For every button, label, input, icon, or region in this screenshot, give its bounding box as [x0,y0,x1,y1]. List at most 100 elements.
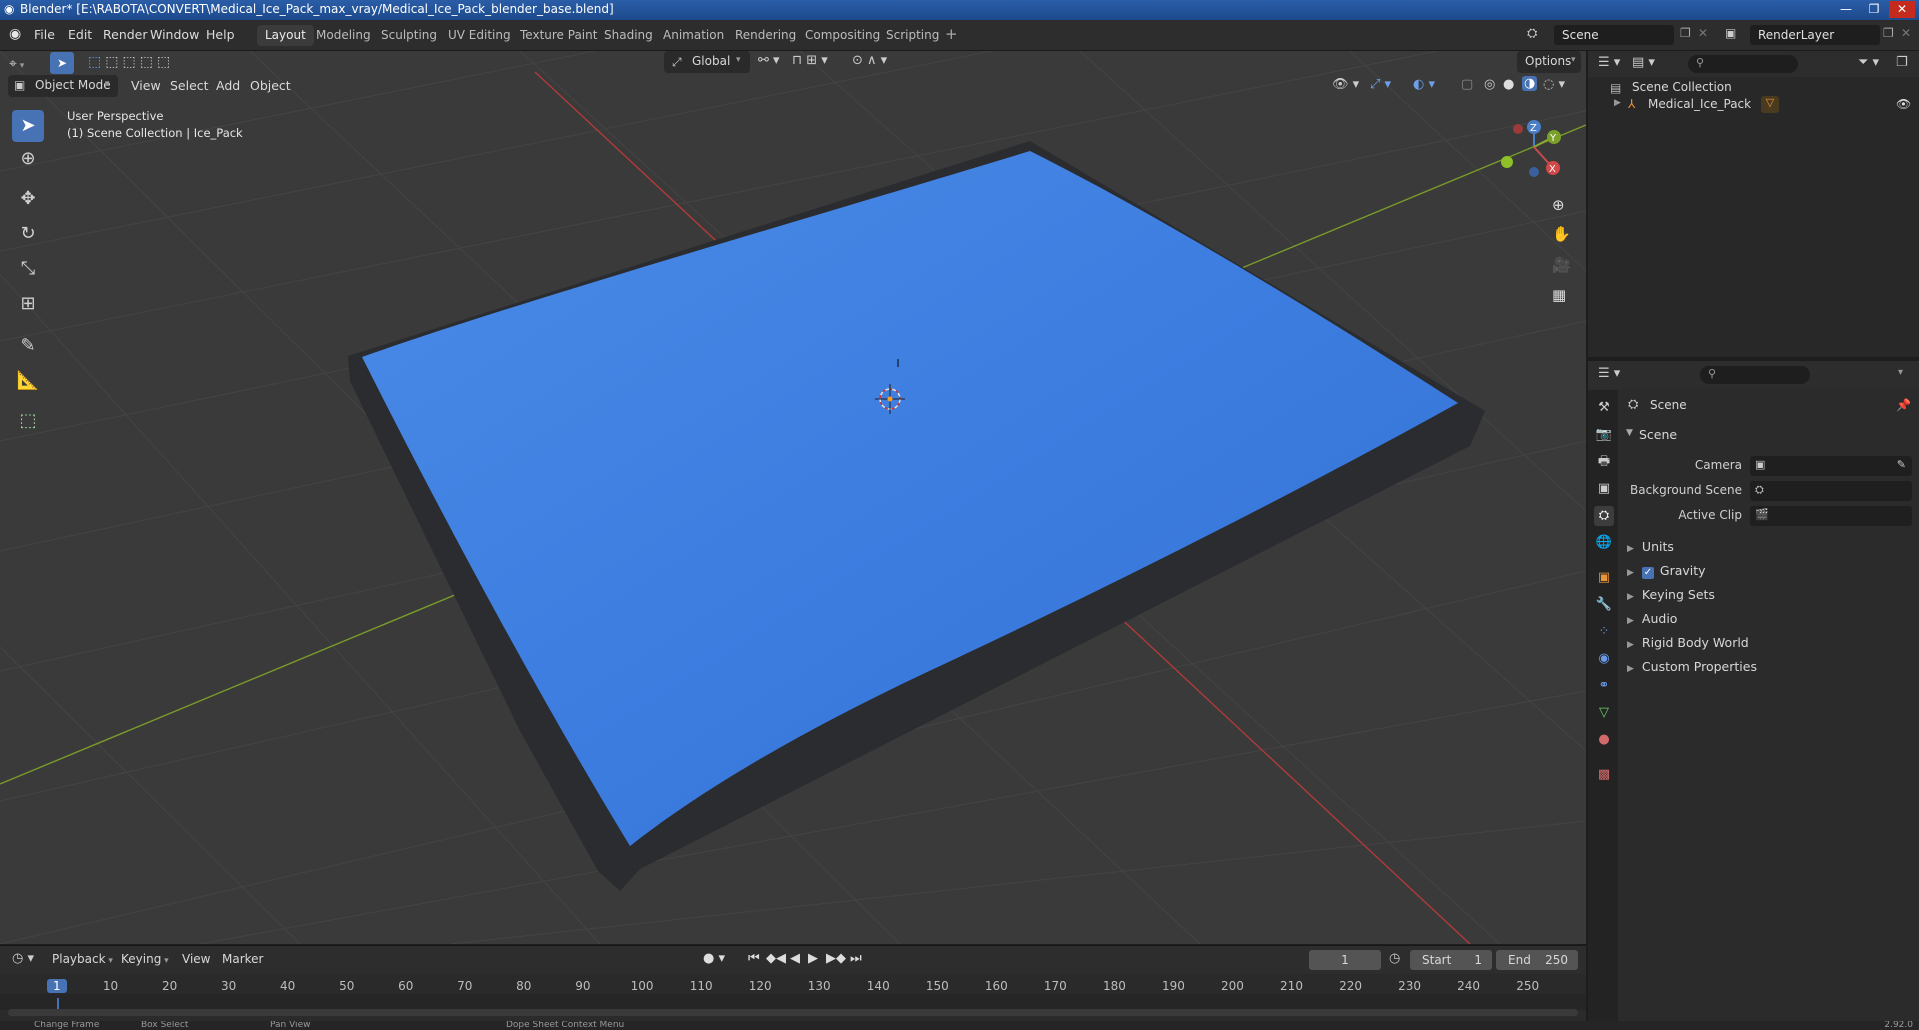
new-collection-icon[interactable]: ❐ [1896,55,1908,70]
chevron-down-icon[interactable]: ▾ [1898,367,1903,378]
physics-tab-icon[interactable]: ◉ [1594,649,1614,669]
minimize-button[interactable]: — [1833,1,1859,18]
audio-panel[interactable]: ▶ Audio [1627,611,1677,626]
wireframe-shading-icon[interactable]: ◎ [1484,77,1495,92]
timeline-track-area[interactable] [0,994,1586,1010]
tab-texture-paint[interactable]: Texture Paint [512,25,605,46]
rendered-shading-icon[interactable]: ◌ ▾ [1543,77,1565,92]
material-tab-icon[interactable]: ● [1594,730,1614,750]
new-scene-icon[interactable]: ❐ [1680,26,1691,40]
viewport-add-menu[interactable]: Add [216,78,240,93]
keying-sets-panel[interactable]: ▶ Keying Sets [1627,587,1715,602]
viewport-view-menu[interactable]: View [131,78,161,93]
blender-menu-icon[interactable]: ◉ [9,26,21,42]
remove-scene-icon[interactable]: ✕ [1698,26,1708,40]
timeline-editor-icon[interactable]: ◷ ▾ [12,951,34,966]
custom-properties-panel[interactable]: ▶ Custom Properties [1627,659,1757,674]
view-layer-tab-icon[interactable]: ▣ [1594,479,1614,499]
remove-layer-icon[interactable]: ✕ [1901,26,1911,40]
output-tab-icon[interactable]: 🖶 [1594,452,1614,472]
options-dropdown[interactable]: Options ▾ [1517,51,1581,73]
select-intersect-icon[interactable]: ⬚ [157,54,170,70]
jump-to-start-icon[interactable]: ⏮ [748,951,760,966]
jump-next-keyframe-icon[interactable]: ▶◆ [826,951,846,966]
scene-name-field[interactable]: Scene [1554,25,1674,45]
menu-file[interactable]: File [34,27,55,42]
filter-icon[interactable]: ⏷ ▾ [1858,55,1879,70]
menu-edit[interactable]: Edit [68,27,92,42]
scene-tab-icon[interactable]: ⛭ [1594,506,1614,526]
background-scene-field[interactable]: ⛭ [1750,481,1912,501]
gizmo-toggle-icon[interactable]: ⤢ ▾ [1370,77,1391,92]
play-reverse-icon[interactable]: ◀ [790,951,800,966]
menu-window[interactable]: Window [150,27,199,42]
tab-scripting[interactable]: Scripting [878,25,947,46]
viewport-select-menu[interactable]: Select [170,78,209,93]
3d-viewport[interactable] [0,51,1586,944]
outliner-row[interactable]: ▶ ⅄ Medical_Ice_Pack ▽ 👁 [1588,95,1919,115]
object-mode-dropdown[interactable]: ▣ Object Mode ▾ [8,75,118,97]
object-data-tab-icon[interactable]: ▽ [1594,703,1614,723]
preview-range-icon[interactable]: ◷ [1389,951,1400,966]
end-frame-field[interactable]: End 250 [1496,950,1578,970]
pivot-point-icon[interactable]: ⚯ ▾ [758,53,780,68]
units-panel[interactable]: ▶ Units [1627,539,1674,554]
tool-tab-icon[interactable]: ⚒ [1594,398,1614,418]
transform-tool[interactable]: ⊞ [12,288,44,320]
render-layer-field[interactable]: RenderLayer [1750,25,1880,45]
proportional-editing-icon[interactable]: ⊙ ∧ ▾ [852,53,887,68]
jump-prev-keyframe-icon[interactable]: ◆◀ [766,951,786,966]
select-tool-mode-button[interactable]: ➤ [50,52,74,74]
properties-search-input[interactable]: ⚲ [1700,366,1810,384]
render-tab-icon[interactable]: 📷 [1594,425,1614,445]
modifier-tab-icon[interactable]: 🔧 [1594,595,1614,615]
tab-uv-editing[interactable]: UV Editing [440,25,519,46]
current-frame-field[interactable]: 1 [1309,950,1381,970]
record-keyframes-icon[interactable]: ● ▾ [703,951,725,966]
scene-section-header[interactable]: ▼ Scene [1622,424,1916,446]
outliner-editor-icon[interactable]: ☰ ▾ [1598,55,1620,70]
material-preview-shading-icon[interactable]: ◑ [1522,76,1538,91]
pan-hand-icon[interactable]: ✋ [1552,225,1571,243]
select-box-tool[interactable]: ➤ [12,110,44,142]
add-cube-tool[interactable]: ⬚ [12,405,44,437]
select-subtract-icon[interactable]: ⬚ [122,54,135,70]
start-frame-field[interactable]: Start 1 [1410,950,1492,970]
select-extend-icon[interactable]: ⬚ [105,54,118,70]
world-tab-icon[interactable]: 🌐 [1594,533,1614,553]
object-tab-icon[interactable]: ▣ [1594,568,1614,588]
pin-icon[interactable]: 📌 [1896,398,1911,412]
scale-tool[interactable]: ⤡ [12,253,44,285]
menu-help[interactable]: Help [206,27,235,42]
camera-view-icon[interactable]: 🎥 [1552,256,1571,274]
gravity-panel[interactable]: ▶ ✓ Gravity [1627,563,1706,579]
xray-toggle-icon[interactable]: ▢ [1461,77,1473,92]
perspective-toggle-icon[interactable]: ▦ [1552,286,1566,304]
tab-sculpting[interactable]: Sculpting [373,25,445,46]
menu-render[interactable]: Render [103,27,148,42]
tab-modeling[interactable]: Modeling [308,25,379,46]
tab-rendering[interactable]: Rendering [727,25,804,46]
measure-tool[interactable]: 📐 [12,365,44,397]
expand-arrow-icon[interactable]: ▶ [1614,98,1621,108]
camera-field[interactable]: ▣ ✎ [1750,456,1912,476]
visibility-eye-icon[interactable]: 👁 ▾ [1332,77,1359,92]
display-mode-icon[interactable]: ▤ ▾ [1632,55,1655,70]
active-clip-field[interactable]: 🎬 [1750,506,1912,526]
select-invert-icon[interactable]: ⬚ [140,54,153,70]
rotate-tool[interactable]: ↻ [12,218,44,250]
solid-shading-icon[interactable]: ● [1503,77,1514,92]
scene-selector-icon[interactable]: ⛭ [1527,26,1537,41]
annotate-tool[interactable]: ✎ [12,330,44,362]
tab-layout[interactable]: Layout [257,25,314,46]
add-workspace-button[interactable]: + [945,25,958,43]
new-layer-icon[interactable]: ❐ [1883,26,1894,40]
particles-tab-icon[interactable]: ⁘ [1594,622,1614,642]
maximize-button[interactable]: ❐ [1861,1,1887,18]
tab-compositing[interactable]: Compositing [797,25,888,46]
timeline-view-menu[interactable]: View [182,952,210,966]
eyedropper-icon[interactable]: ✎ [1897,458,1906,471]
scene-collection-label[interactable]: Scene Collection [1632,80,1732,94]
texture-tab-icon[interactable]: ▩ [1594,765,1614,785]
tab-animation[interactable]: Animation [655,25,732,46]
